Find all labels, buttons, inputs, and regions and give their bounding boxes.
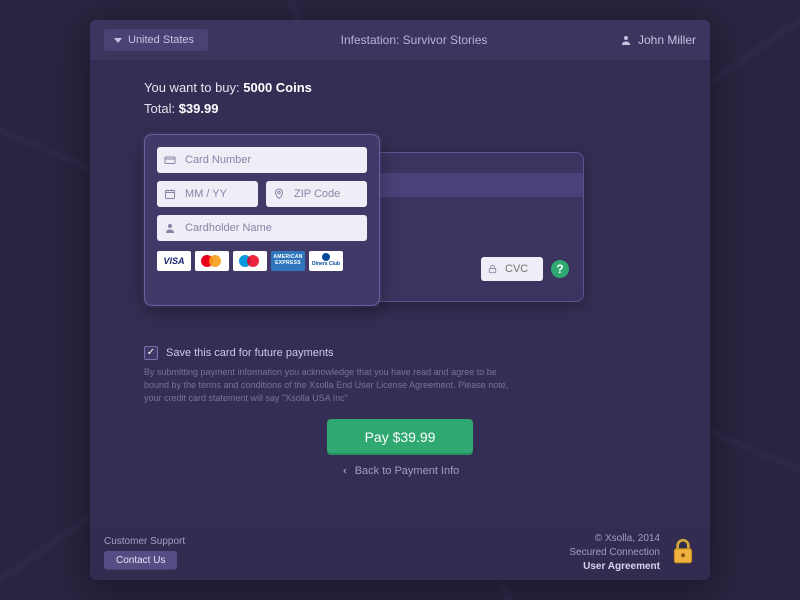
pay-button[interactable]: Pay $39.99 [327, 419, 474, 455]
card-back: ? [352, 152, 584, 302]
person-icon [164, 222, 176, 234]
user-name: John Miller [638, 33, 696, 47]
card-front: VISA AMERICANEXPRESS Diners Club [144, 134, 380, 306]
save-card-label: Save this card for future payments [166, 347, 334, 359]
customer-support-label: Customer Support [104, 536, 185, 547]
card-brands: VISA AMERICANEXPRESS Diners Club [157, 251, 367, 271]
game-title: Infestation: Survivor Stories [208, 33, 620, 47]
cvc-help-button[interactable]: ? [551, 260, 569, 278]
card-number-input[interactable] [157, 147, 367, 173]
purchase-summary: You want to buy: 5000 Coins Total: $39.9… [144, 78, 656, 120]
user-badge[interactable]: John Miller [620, 33, 696, 47]
save-card-checkbox[interactable] [144, 346, 158, 360]
chevron-left-icon [341, 467, 349, 475]
secured-connection-label: Secured Connection [569, 546, 660, 560]
back-link-label: Back to Payment Info [355, 465, 460, 477]
copyright: © Xsolla, 2014 [569, 532, 660, 546]
checkout-panel: United States Infestation: Survivor Stor… [90, 20, 710, 580]
contact-us-button[interactable]: Contact Us [104, 551, 177, 570]
cvc-field-wrap [481, 257, 543, 281]
magstripe [353, 173, 583, 197]
total-prefix: Total: [144, 101, 179, 116]
diners-badge: Diners Club [309, 251, 343, 271]
chevron-down-icon [114, 38, 122, 43]
user-agreement-link[interactable]: User Agreement [569, 560, 660, 574]
calendar-icon [164, 188, 176, 200]
maestro-badge [233, 251, 267, 271]
footer: Customer Support Contact Us © Xsolla, 20… [90, 526, 710, 580]
save-card-row: Save this card for future payments [144, 346, 656, 360]
legal-disclaimer: By submitting payment information you ac… [144, 366, 524, 405]
top-bar: United States Infestation: Survivor Stor… [90, 20, 710, 60]
purchase-total: $39.99 [179, 101, 219, 116]
lock-icon [487, 263, 498, 274]
card-icon [164, 154, 176, 166]
buy-prefix: You want to buy: [144, 80, 243, 95]
purchase-item: 5000 Coins [243, 80, 312, 95]
visa-badge: VISA [157, 251, 191, 271]
pin-icon [273, 188, 285, 200]
mastercard-badge [195, 251, 229, 271]
back-to-payment-link[interactable]: Back to Payment Info [144, 465, 656, 477]
security-lock-icon [670, 537, 696, 570]
country-label: United States [128, 34, 194, 46]
content-area: You want to buy: 5000 Coins Total: $39.9… [90, 60, 710, 526]
country-selector[interactable]: United States [104, 29, 208, 51]
cardholder-name-input[interactable] [157, 215, 367, 241]
amex-badge: AMERICANEXPRESS [271, 251, 305, 271]
user-icon [620, 34, 632, 46]
card-visual-area: ? [144, 134, 656, 334]
